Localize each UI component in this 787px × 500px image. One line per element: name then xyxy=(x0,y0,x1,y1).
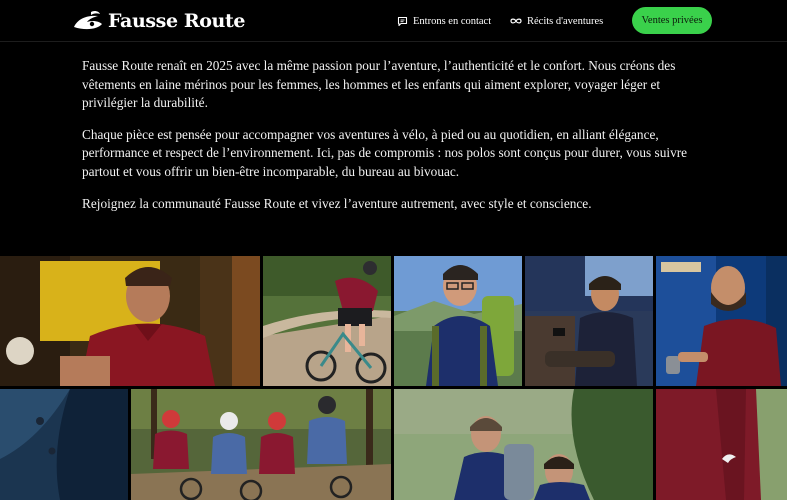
navy-polo-detail-photo[interactable] xyxy=(0,389,128,500)
burgundy-polo-closeup-photo[interactable] xyxy=(656,389,787,500)
cyclist-on-gravel-trail-photo[interactable] xyxy=(263,256,391,386)
intro-paragraph: Rejoignez la communauté Fausse Route et … xyxy=(82,195,592,211)
intro-section: Fausse Route renaît en 2025 avec la même… xyxy=(82,57,702,226)
smiling-hiker-with-backpack-photo[interactable] xyxy=(394,256,522,386)
man-on-train-with-phone-photo[interactable] xyxy=(525,256,653,386)
infinity-icon xyxy=(510,18,522,24)
bearded-man-with-mug-photo[interactable] xyxy=(656,256,787,386)
nav-stories-label: Récits d'aventures xyxy=(527,15,604,27)
hikers-on-mountain-photo[interactable] xyxy=(394,389,653,500)
wave-swirl-logo-icon xyxy=(74,10,102,30)
intro-paragraph: Chaque pièce est pensée pour accompagner… xyxy=(82,126,688,179)
brand-name: Fausse Route xyxy=(108,10,246,32)
intro-paragraph: Fausse Route renaît en 2025 avec la même… xyxy=(82,58,676,111)
private-sales-button[interactable]: Ventes privées xyxy=(632,7,712,34)
brand-logo[interactable]: Fausse Route xyxy=(72,8,245,34)
chat-bubble-icon xyxy=(397,16,408,26)
man-in-burgundy-polo-photo[interactable] xyxy=(0,256,260,386)
nav-contact-link[interactable]: Entrons en contact xyxy=(397,13,491,29)
photo-gallery xyxy=(0,256,787,500)
nav-stories-link[interactable]: Récits d'aventures xyxy=(510,13,603,29)
group-of-cyclists-photo[interactable] xyxy=(131,389,391,500)
site-header: Fausse Route Entrons en contact Récits d… xyxy=(0,0,787,42)
nav-contact-label: Entrons en contact xyxy=(413,15,492,27)
